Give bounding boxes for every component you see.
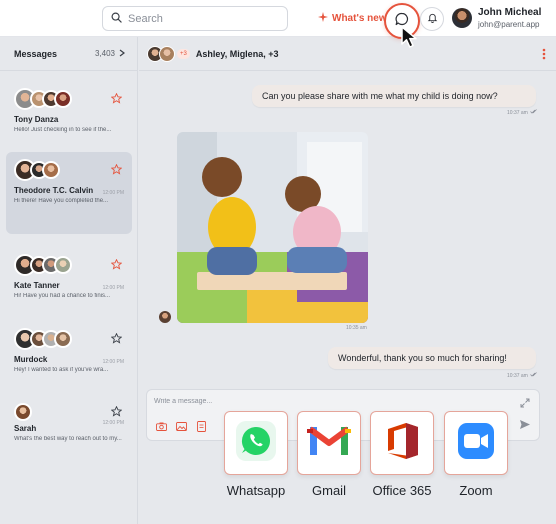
message-input[interactable] — [154, 398, 454, 405]
conversation-preview: Hi! Have you had a chance to finis... — [14, 293, 111, 299]
user-name: John Micheal — [478, 7, 542, 18]
sender-avatar — [159, 311, 171, 323]
avatar — [54, 256, 72, 274]
avatar-group — [14, 87, 124, 111]
conversation-preview: Hello! Just checking in to see if the... — [14, 127, 112, 133]
message-timestamp: 10:37 am — [507, 372, 538, 379]
message-bubble: Wonderful, thank you so much for sharing… — [328, 347, 536, 369]
more-options-icon[interactable] — [542, 47, 546, 65]
message-time: 10:35 am — [346, 325, 367, 331]
search-input[interactable] — [128, 12, 278, 25]
conversation-name: Tony Danza — [14, 115, 59, 124]
star-icon[interactable] — [110, 91, 123, 109]
conversation-sidebar: Messages 3,403 Tony Danza Hello! Just ch… — [0, 37, 138, 524]
conversation-item[interactable]: 12:00 PM Theodore T.C. Calvin Hi there! … — [6, 152, 132, 234]
share-label: Whatsapp — [226, 483, 286, 498]
more-participants-badge: +3 — [177, 48, 190, 59]
share-label: Office 365 — [372, 483, 432, 498]
avatar — [54, 90, 72, 108]
conversation-preview: Hey! I wanted to ask if you've wra... — [14, 367, 109, 373]
star-icon[interactable] — [110, 257, 123, 275]
sidebar-header: Messages 3,403 — [0, 37, 137, 71]
search-icon — [111, 10, 122, 28]
attachment-icon[interactable] — [195, 420, 207, 432]
conversation-time: 12:00 PM — [102, 285, 124, 291]
camera-icon[interactable] — [155, 420, 167, 432]
expand-icon[interactable] — [519, 397, 531, 409]
sidebar-title: Messages — [14, 48, 58, 59]
avatar-group — [14, 327, 124, 351]
whatsapp-icon — [234, 419, 278, 468]
read-check-icon — [530, 372, 538, 379]
notifications-button[interactable] — [420, 7, 444, 31]
search-box[interactable] — [102, 6, 288, 31]
share-gmail-button[interactable] — [297, 411, 361, 475]
message-count-label: 3,403 — [94, 49, 115, 58]
conversation-time: 12:00 PM — [102, 359, 124, 365]
message-timestamp: 10:37 am — [507, 109, 538, 116]
share-whatsapp-button[interactable] — [224, 411, 288, 475]
zoom-icon — [456, 421, 496, 466]
share-office-365-button[interactable] — [370, 411, 434, 475]
shared-photo[interactable] — [177, 132, 368, 323]
message-text: Can you please share with me what my chi… — [262, 91, 498, 101]
whats-new-link[interactable]: What's new — [318, 12, 387, 25]
message-text: Wonderful, thank you so much for sharing… — [338, 353, 507, 363]
chat-header: +3 Ashley, Miglena, +3 — [139, 37, 556, 71]
conversation-preview: What's the best way to reach out to my..… — [14, 436, 122, 442]
conversation-item[interactable]: Tony Danza Hello! Just checking in to se… — [6, 81, 132, 161]
image-icon[interactable] — [175, 420, 187, 432]
star-icon[interactable] — [110, 331, 123, 349]
chat-title: Ashley, Miglena, +3 — [195, 48, 279, 59]
share-label: Gmail — [312, 483, 346, 498]
conversation-time: 12:00 PM — [102, 420, 124, 426]
user-email: john@parent.app — [478, 20, 540, 29]
user-avatar[interactable] — [452, 8, 472, 28]
conversation-item[interactable]: 12:00 PM Kate Tanner Hi! Have you had a … — [6, 247, 132, 327]
avatar — [54, 330, 72, 348]
bell-icon — [427, 10, 438, 28]
gmail-icon — [307, 423, 351, 464]
share-zoom-button[interactable] — [444, 411, 508, 475]
message-time: 10:37 am — [507, 372, 528, 379]
avatar-group — [14, 253, 124, 277]
avatar-group — [14, 158, 124, 182]
message-bubble: Can you please share with me what my chi… — [252, 85, 536, 107]
chat-avatar-group — [147, 45, 175, 62]
avatar — [159, 45, 175, 62]
message-time: 10:37 am — [507, 109, 528, 116]
conversation-time: 12:00 PM — [102, 190, 124, 196]
conversation-item[interactable]: 12:00 PM Murdock Hey! I wanted to ask if… — [6, 321, 132, 401]
top-bar: What's new John Micheal john@parent.app — [0, 0, 556, 39]
sparkle-icon — [318, 12, 328, 25]
whats-new-label: What's new — [332, 13, 387, 24]
office-365-icon — [382, 419, 422, 468]
message-count[interactable]: 3,403 — [95, 49, 125, 59]
send-icon[interactable] — [519, 418, 531, 430]
avatar — [14, 403, 32, 421]
message-timestamp: 10:35 am — [346, 325, 367, 331]
conversation-item[interactable]: 12:00 PM Sarah What's the best way to re… — [6, 394, 132, 474]
share-label: Zoom — [459, 483, 493, 498]
conversation-preview: Hi there! Have you completed the... — [14, 198, 109, 204]
star-icon[interactable] — [110, 162, 123, 180]
avatar — [42, 161, 60, 179]
chevron-right-icon — [119, 49, 125, 59]
read-check-icon — [530, 109, 538, 116]
